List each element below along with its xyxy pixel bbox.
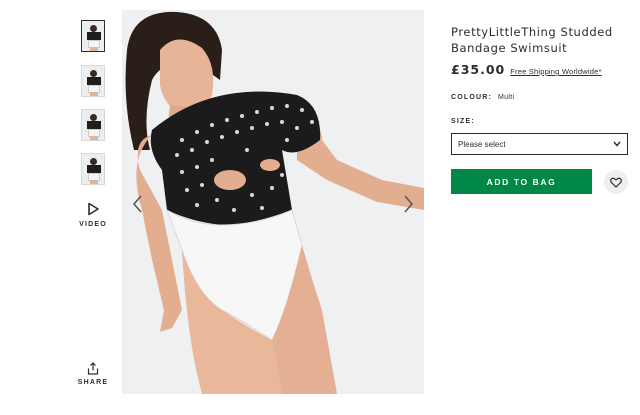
thumbnail-back[interactable] [81,109,105,141]
video-label: VIDEO [79,221,107,228]
size-select[interactable]: Please select [451,133,628,155]
chevron-left-icon[interactable] [130,192,146,216]
product-title: PrettyLittleThing Studded Bandage Swimsu… [451,25,613,55]
colour-value: Multi [498,94,515,101]
size-select-value: Please select [458,139,506,149]
heart-icon [610,177,622,188]
price-row: £35.00 Free Shipping Worldwide* [451,62,631,77]
thumbnail-front[interactable] [81,20,105,52]
product-info: PrettyLittleThing Studded Bandage Swimsu… [451,24,631,77]
chevron-down-icon [613,141,621,147]
share-icon [87,362,99,375]
thumbnail-figure [90,158,97,165]
thumbnail-side[interactable] [81,65,105,97]
thumbnail-figure [90,25,97,32]
share-label: SHARE [77,379,109,386]
share-button[interactable]: SHARE [76,362,110,386]
thumbnail-figure [90,70,97,77]
video-button[interactable]: VIDEO [78,202,108,228]
product-photo [122,10,424,394]
thumbnail-full[interactable] [81,153,105,185]
colour-row: COLOUR: Multi [451,94,514,101]
size-label: SIZE: [451,118,475,125]
save-for-later-button[interactable] [604,170,628,194]
colour-label: COLOUR: [451,94,493,101]
add-to-bag-button[interactable]: ADD TO BAG [451,169,592,194]
thumbnail-figure [90,114,97,121]
chevron-right-icon[interactable] [400,192,416,216]
free-shipping-link[interactable]: Free Shipping Worldwide* [510,67,601,76]
product-main-image[interactable] [122,10,424,394]
play-icon [88,202,99,216]
product-price: £35.00 [451,62,506,77]
